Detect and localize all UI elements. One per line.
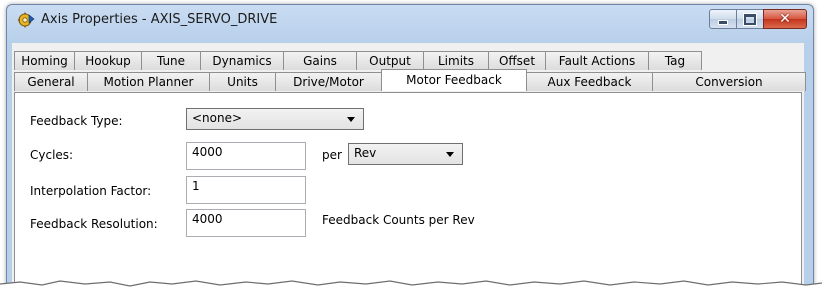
tab-tag[interactable]: Tag	[648, 51, 702, 70]
tab-tune[interactable]: Tune	[141, 51, 201, 70]
cycles-input[interactable]: 4000	[186, 142, 306, 170]
interpolation-factor-input[interactable]: 1	[186, 176, 306, 204]
tab-general[interactable]: General	[14, 72, 88, 91]
tab-control: Homing Hookup Tune Dynamics Gains Output…	[12, 43, 806, 306]
minimize-button[interactable]	[709, 9, 737, 29]
motion-gear-icon	[17, 12, 35, 28]
tab-limits[interactable]: Limits	[423, 51, 489, 70]
feedback-type-value: <none>	[192, 111, 243, 125]
caption-buttons: ✕	[709, 9, 807, 29]
tab-homing[interactable]: Homing	[14, 51, 75, 70]
axis-properties-window: Axis Properties - AXIS_SERVO_DRIVE ✕ Hom…	[6, 4, 814, 306]
torn-edge	[0, 280, 822, 306]
maximize-icon	[744, 13, 756, 25]
cycles-label: Cycles:	[30, 148, 74, 162]
interpolation-factor-label: Interpolation Factor:	[30, 184, 152, 198]
tab-output[interactable]: Output	[356, 51, 424, 70]
cycles-unit-value: Rev	[354, 146, 377, 160]
tab-hookup[interactable]: Hookup	[74, 51, 142, 70]
feedback-type-select[interactable]: <none>	[186, 108, 364, 130]
minimize-icon	[718, 19, 728, 25]
chevron-down-icon	[446, 152, 454, 157]
feedback-resolution-input[interactable]: 4000	[186, 209, 306, 237]
tab-dynamics[interactable]: Dynamics	[200, 51, 284, 70]
tab-motion-planner[interactable]: Motion Planner	[87, 72, 210, 91]
tab-aux-feedback[interactable]: Aux Feedback	[526, 72, 653, 91]
tab-motor-feedback[interactable]: Motor Feedback	[381, 69, 527, 91]
tab-drive-motor[interactable]: Drive/Motor	[275, 72, 382, 91]
cycles-unit-select[interactable]: Rev	[348, 143, 463, 165]
chevron-down-icon	[347, 117, 355, 122]
tab-conversion[interactable]: Conversion	[652, 72, 806, 91]
window-title: Axis Properties - AXIS_SERVO_DRIVE	[41, 12, 278, 27]
close-button[interactable]: ✕	[763, 9, 807, 29]
per-label: per	[322, 148, 342, 162]
tab-fault-actions[interactable]: Fault Actions	[545, 51, 649, 70]
tab-gains[interactable]: Gains	[283, 51, 357, 70]
tab-row-back: Homing Hookup Tune Dynamics Gains Output…	[14, 51, 702, 71]
feedback-type-label: Feedback Type:	[30, 114, 123, 128]
feedback-counts-label: Feedback Counts per Rev	[322, 213, 475, 227]
maximize-button[interactable]	[736, 9, 764, 29]
tab-offset[interactable]: Offset	[488, 51, 546, 70]
tab-units[interactable]: Units	[209, 72, 276, 91]
title-bar[interactable]: Axis Properties - AXIS_SERVO_DRIVE ✕	[7, 5, 813, 36]
close-icon: ✕	[779, 11, 791, 27]
tab-row-front: General Motion Planner Units Drive/Motor…	[14, 69, 806, 92]
motor-feedback-panel: Feedback Type: <none> Cycles: 4000 per R…	[14, 92, 802, 306]
feedback-resolution-label: Feedback Resolution:	[30, 217, 158, 231]
